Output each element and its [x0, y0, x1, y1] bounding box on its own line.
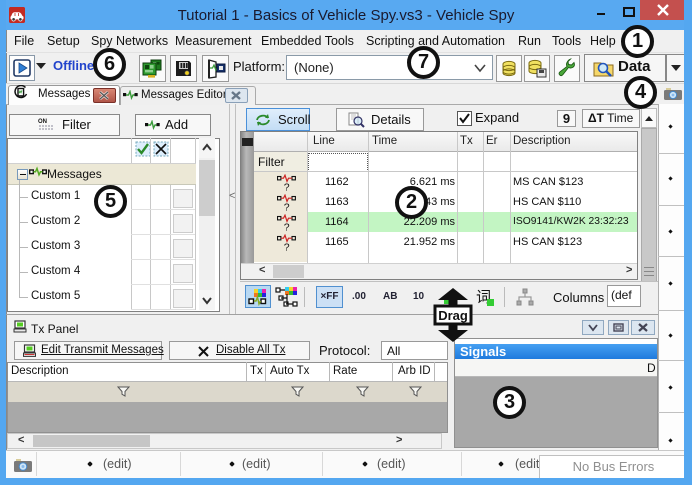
svg-text:?: ? — [284, 242, 290, 252]
svg-text:?: ? — [284, 222, 290, 232]
svg-text:Drag: Drag — [438, 308, 468, 323]
svg-text:?: ? — [284, 202, 290, 212]
svg-text:ON: ON — [38, 119, 47, 125]
svg-text:?: ? — [284, 182, 290, 192]
